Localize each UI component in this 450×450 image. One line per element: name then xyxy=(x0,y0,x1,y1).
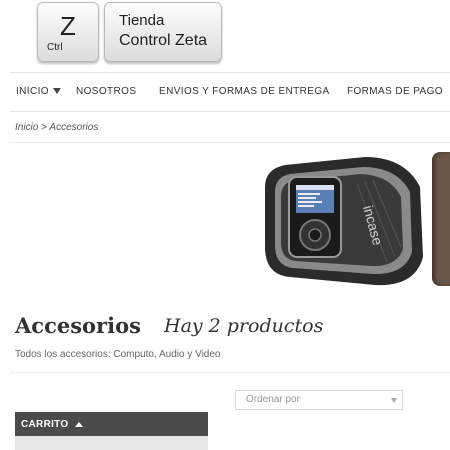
sort-select-label: Ordenar por xyxy=(246,394,300,405)
sort-select[interactable]: Ordenar por xyxy=(235,390,403,410)
description-divider xyxy=(10,372,450,373)
logo-key-sub: Ctrl xyxy=(47,42,63,53)
main-nav: INICIO NOSOTROS ENVIOS Y FORMAS DE ENTRE… xyxy=(10,72,450,112)
breadcrumb: Inicio > Accesorios xyxy=(15,122,98,133)
nav-item-inicio[interactable]: INICIO xyxy=(16,86,49,97)
nav-item-formas-de-pago[interactable]: FORMAS DE PAGO xyxy=(347,86,443,97)
nav-item-envios[interactable]: ENVIOS Y FORMAS DE ENTREGA xyxy=(159,86,330,97)
logo-store-name-key[interactable]: Tienda Control Zeta xyxy=(104,2,222,62)
dropdown-arrow-icon[interactable] xyxy=(53,88,61,94)
banner-side-product-image xyxy=(432,152,450,286)
category-banner-image: incase xyxy=(245,147,450,295)
product-count: Hay 2 productos xyxy=(164,315,324,337)
cart-header[interactable]: CARRITO xyxy=(15,412,208,436)
logo-key-letter: Z xyxy=(60,11,76,41)
nav-item-nosotros[interactable]: NOSOTROS xyxy=(76,86,136,97)
breadcrumb-current: Accesorios xyxy=(49,122,99,133)
logo-ctrl-key[interactable]: Z Ctrl xyxy=(37,2,99,62)
breadcrumb-divider xyxy=(10,142,450,143)
caret-up-icon xyxy=(75,422,83,427)
logo-name-line1: Tienda xyxy=(119,12,165,29)
category-description: Todos los accesorios: Computo, Audio y V… xyxy=(15,349,221,360)
breadcrumb-separator: > xyxy=(41,122,47,133)
cart-label: CARRITO xyxy=(21,419,69,430)
logo-name-line2: Control Zeta xyxy=(119,32,208,49)
chevron-down-icon xyxy=(391,398,397,403)
breadcrumb-home-link[interactable]: Inicio xyxy=(15,122,38,133)
page-title: Accesorios xyxy=(15,313,141,338)
cart-body xyxy=(15,436,208,450)
armband-product-icon: incase xyxy=(265,157,423,286)
